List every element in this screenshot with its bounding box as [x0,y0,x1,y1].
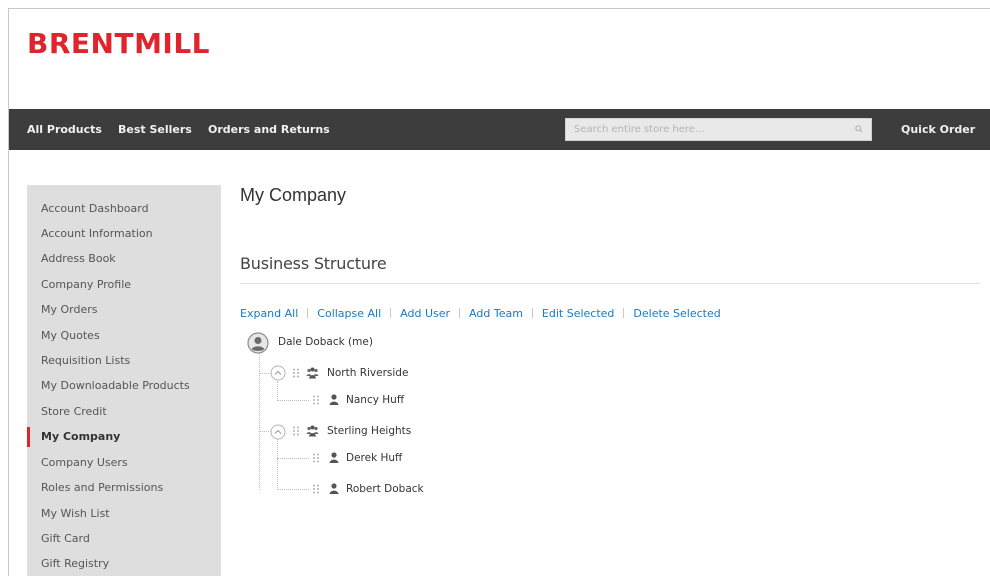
sidebar-item-company-users[interactable]: Company Users [27,453,221,473]
user-icon [329,452,339,463]
sidebar-item-gift-registry[interactable]: Gift Registry [27,554,221,574]
section-title: Business Structure [240,254,387,273]
delete-selected-link[interactable]: Delete Selected [633,307,720,320]
sidebar-item-requisition-lists[interactable]: Requisition Lists [27,351,221,371]
separator [390,308,392,318]
separator [531,308,533,318]
sidebar-item-company-profile[interactable]: Company Profile [27,275,221,295]
user-icon [329,483,339,494]
sidebar-item-store-credit[interactable]: Store Credit [27,402,221,422]
drag-handle-icon[interactable] [312,453,320,463]
team-icon [306,367,319,379]
tree-connector [277,458,309,459]
tree-connector [277,400,309,401]
team-icon [306,425,319,437]
tree-team-node[interactable]: Sterling Heights [327,425,411,437]
page-frame: BRENTMILL All Products Best Sellers Orde… [8,8,990,576]
separator [307,308,309,318]
account-sidebar: Account Dashboard Account Information Ad… [27,185,221,576]
add-team-link[interactable]: Add Team [469,307,523,320]
page-title: My Company [240,185,347,205]
search-icon[interactable] [855,125,863,133]
sidebar-item-my-wish-list[interactable]: My Wish List [27,504,221,524]
tree-user-node[interactable]: Robert Doback [346,483,424,495]
tree-root-user[interactable]: Dale Doback (me) [278,336,373,348]
tree-user-node[interactable]: Derek Huff [346,452,402,464]
separator [623,308,625,318]
drag-handle-icon[interactable] [292,368,300,378]
collapse-chevron-icon[interactable] [270,424,286,440]
tree-actions: Expand All Collapse All Add User Add Team Ed… [240,307,721,321]
separator [459,308,461,318]
collapse-all-link[interactable]: Collapse All [317,307,381,320]
expand-all-link[interactable]: Expand All [240,307,298,320]
sidebar-item-roles-and-permissions[interactable]: Roles and Permissions [27,478,221,498]
search-input[interactable] [566,119,846,140]
section-divider [240,283,981,284]
drag-handle-icon[interactable] [312,395,320,405]
collapse-chevron-icon[interactable] [270,365,286,381]
tree-team-node[interactable]: North Riverside [327,367,408,379]
sidebar-item-address-book[interactable]: Address Book [27,249,221,269]
nav-best-sellers[interactable]: Best Sellers [118,109,192,150]
brand-logo[interactable]: BRENTMILL [27,27,210,60]
sidebar-item-my-downloadable-products[interactable]: My Downloadable Products [27,376,221,396]
user-avatar-icon [247,332,269,354]
tree-connector [277,439,278,490]
drag-handle-icon[interactable] [312,484,320,494]
nav-all-products[interactable]: All Products [27,109,102,150]
drag-handle-icon[interactable] [292,426,300,436]
tree-connector [277,489,309,490]
tree-connector [277,381,278,401]
sidebar-item-gift-card[interactable]: Gift Card [27,529,221,549]
add-user-link[interactable]: Add User [400,307,450,320]
search-box [565,118,872,141]
sidebar-item-my-orders[interactable]: My Orders [27,300,221,320]
main-navigation: All Products Best Sellers Orders and Ret… [9,109,990,150]
sidebar-item-my-quotes[interactable]: My Quotes [27,326,221,346]
sidebar-item-my-company[interactable]: My Company [27,427,221,447]
edit-selected-link[interactable]: Edit Selected [542,307,614,320]
tree-user-node[interactable]: Nancy Huff [346,394,404,406]
sidebar-item-account-information[interactable]: Account Information [27,224,221,244]
user-icon [329,394,339,405]
nav-quick-order[interactable]: Quick Order [901,109,975,150]
nav-orders-and-returns[interactable]: Orders and Returns [208,109,330,150]
header: BRENTMILL [9,9,990,109]
sidebar-item-account-dashboard[interactable]: Account Dashboard [27,199,221,219]
